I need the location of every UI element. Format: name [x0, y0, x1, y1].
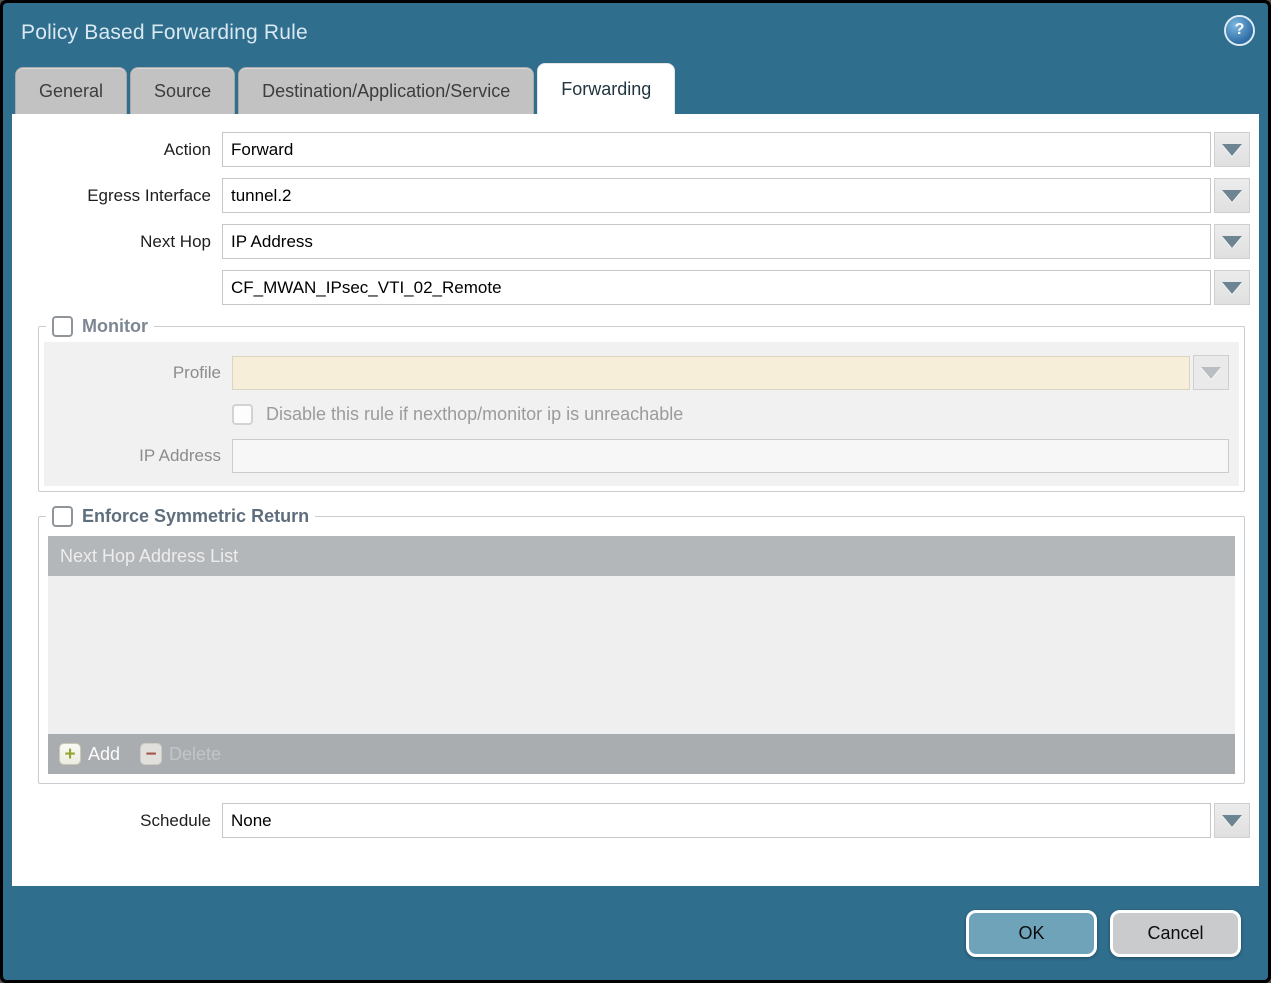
next-hop-row: Next Hop IP Address: [12, 224, 1250, 259]
enforce-symmetric-return-legend: Enforce Symmetric Return: [46, 506, 315, 527]
next-hop-address-dropdown-button[interactable]: [1214, 270, 1250, 305]
disable-rule-checkbox: [232, 404, 253, 425]
monitor-fieldset: Monitor Profile Disable this rule if nex…: [38, 316, 1245, 492]
monitor-legend-label: Monitor: [82, 316, 148, 337]
chevron-down-icon: [1222, 144, 1242, 156]
chevron-down-icon: [1222, 815, 1242, 827]
help-icon[interactable]: ?: [1226, 17, 1253, 44]
disable-rule-row: Disable this rule if nexthop/monitor ip …: [232, 404, 1229, 425]
next-hop-address-list-toolbar: + Add − Delete: [48, 734, 1235, 774]
next-hop-label: Next Hop: [12, 232, 211, 252]
chevron-down-icon: [1201, 367, 1221, 379]
egress-interface-label: Egress Interface: [12, 186, 211, 206]
action-select[interactable]: Forward: [222, 132, 1211, 167]
dialog-title: Policy Based Forwarding Rule: [21, 21, 1226, 45]
chevron-down-icon: [1222, 236, 1242, 248]
minus-icon: −: [140, 743, 162, 765]
action-label: Action: [12, 140, 211, 160]
monitor-ip-address-label: IP Address: [44, 446, 221, 466]
next-hop-address-select[interactable]: CF_MWAN_IPsec_VTI_02_Remote: [222, 270, 1211, 305]
schedule-dropdown-button[interactable]: [1214, 803, 1250, 838]
next-hop-address-list-header: Next Hop Address List: [48, 536, 1235, 576]
dialog-window: Policy Based Forwarding Rule ? General S…: [0, 0, 1271, 983]
dialog-footer: OK Cancel: [3, 886, 1268, 980]
next-hop-address-list-table: Next Hop Address List + Add − Delete: [48, 536, 1235, 774]
profile-select: [232, 356, 1190, 390]
tab-bar: General Source Destination/Application/S…: [3, 63, 1268, 114]
tab-source[interactable]: Source: [130, 67, 235, 114]
next-hop-address-row: CF_MWAN_IPsec_VTI_02_Remote: [12, 270, 1250, 305]
chevron-down-icon: [1222, 190, 1242, 202]
next-hop-type-select[interactable]: IP Address: [222, 224, 1211, 259]
dialog-inner: Policy Based Forwarding Rule ? General S…: [3, 3, 1268, 980]
enforce-symmetric-return-checkbox[interactable]: [52, 506, 73, 527]
delete-button: − Delete: [140, 743, 221, 765]
ok-button[interactable]: OK: [966, 910, 1097, 957]
egress-interface-row: Egress Interface tunnel.2: [12, 178, 1250, 213]
add-button-label: Add: [88, 744, 120, 765]
tab-general[interactable]: General: [15, 67, 127, 114]
profile-row: Profile: [44, 355, 1229, 390]
enforce-symmetric-return-fieldset: Enforce Symmetric Return Next Hop Addres…: [38, 506, 1245, 784]
schedule-row: Schedule None: [12, 803, 1250, 838]
egress-interface-dropdown-button[interactable]: [1214, 178, 1250, 213]
monitor-legend: Monitor: [46, 316, 154, 337]
disable-rule-label: Disable this rule if nexthop/monitor ip …: [266, 404, 683, 425]
title-bar: Policy Based Forwarding Rule ?: [3, 3, 1268, 63]
tab-forwarding[interactable]: Forwarding: [537, 63, 675, 114]
chevron-down-icon: [1222, 282, 1242, 294]
plus-icon: +: [59, 743, 81, 765]
cancel-button[interactable]: Cancel: [1110, 910, 1241, 957]
monitor-checkbox[interactable]: [52, 316, 73, 337]
monitor-panel: Profile Disable this rule if nexthop/mon…: [44, 342, 1239, 486]
schedule-label: Schedule: [12, 811, 211, 831]
action-row: Action Forward: [12, 132, 1250, 167]
action-dropdown-button[interactable]: [1214, 132, 1250, 167]
profile-dropdown-button: [1193, 355, 1229, 390]
egress-interface-select[interactable]: tunnel.2: [222, 178, 1211, 213]
tab-destination-application-service[interactable]: Destination/Application/Service: [238, 67, 534, 114]
add-button[interactable]: + Add: [59, 743, 120, 765]
monitor-ip-address-row: IP Address: [44, 439, 1229, 473]
delete-button-label: Delete: [169, 744, 221, 765]
tab-content-forwarding: Action Forward Egress Interface tunnel.2…: [12, 114, 1259, 886]
profile-label: Profile: [44, 363, 221, 383]
next-hop-address-list-body[interactable]: [48, 576, 1235, 734]
enforce-symmetric-return-legend-label: Enforce Symmetric Return: [82, 506, 309, 527]
schedule-select[interactable]: None: [222, 803, 1211, 838]
next-hop-dropdown-button[interactable]: [1214, 224, 1250, 259]
monitor-ip-address-input: [232, 439, 1229, 473]
